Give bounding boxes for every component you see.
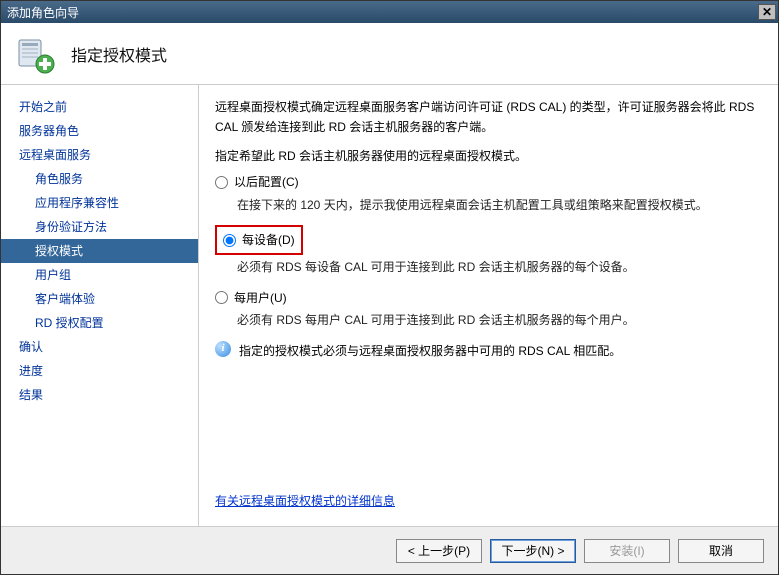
radio-device[interactable] — [223, 234, 236, 247]
sidebar-step[interactable]: 用户组 — [1, 263, 198, 287]
sidebar-step[interactable]: 角色服务 — [1, 167, 198, 191]
wizard-footer: < 上一步(P) 下一步(N) > 安装(I) 取消 — [1, 526, 778, 574]
info-icon: i — [215, 341, 231, 357]
wizard-sidebar: 开始之前服务器角色远程桌面服务角色服务应用程序兼容性身份验证方法授权模式用户组客… — [1, 85, 199, 526]
radio-desc: 在接下来的 120 天内，提示我使用远程桌面会话主机配置工具或组策略来配置授权模… — [237, 195, 762, 215]
radio-later[interactable] — [215, 176, 228, 189]
wizard-content: 远程桌面授权模式确定远程桌面服务客户端访问许可证 (RDS CAL) 的类型，许… — [199, 85, 778, 526]
radio-option-user[interactable]: 每用户(U) — [215, 288, 762, 308]
info-row: i 指定的授权模式必须与远程桌面授权服务器中可用的 RDS CAL 相匹配。 — [215, 341, 762, 361]
sidebar-step[interactable]: 服务器角色 — [1, 119, 198, 143]
radio-option-later[interactable]: 以后配置(C) — [215, 172, 762, 192]
sidebar-step[interactable]: 结果 — [1, 383, 198, 407]
install-button: 安装(I) — [584, 539, 670, 563]
close-button[interactable]: ✕ — [758, 4, 776, 20]
radio-option-device[interactable]: 每设备(D) — [215, 225, 303, 255]
intro-text-2: 指定希望此 RD 会话主机服务器使用的远程桌面授权模式。 — [215, 146, 762, 166]
sidebar-step[interactable]: 远程桌面服务 — [1, 143, 198, 167]
wizard-icon — [15, 34, 55, 74]
intro-text-1: 远程桌面授权模式确定远程桌面服务客户端访问许可证 (RDS CAL) 的类型，许… — [215, 97, 762, 138]
window-title: 添加角色向导 — [7, 4, 79, 21]
radio-label: 每用户(U) — [234, 288, 287, 308]
details-link[interactable]: 有关远程桌面授权模式的详细信息 — [215, 491, 395, 511]
radio-desc: 必须有 RDS 每用户 CAL 可用于连接到此 RD 会话主机服务器的每个用户。 — [237, 310, 762, 330]
sidebar-step[interactable]: 确认 — [1, 335, 198, 359]
next-button[interactable]: 下一步(N) > — [490, 539, 576, 563]
prev-button[interactable]: < 上一步(P) — [396, 539, 482, 563]
wizard-header: 指定授权模式 — [1, 23, 778, 85]
sidebar-step[interactable]: 进度 — [1, 359, 198, 383]
sidebar-step[interactable]: 客户端体验 — [1, 287, 198, 311]
page-title: 指定授权模式 — [71, 42, 167, 66]
radio-label: 以后配置(C) — [234, 172, 299, 192]
sidebar-step[interactable]: 开始之前 — [1, 95, 198, 119]
sidebar-step[interactable]: 应用程序兼容性 — [1, 191, 198, 215]
titlebar: 添加角色向导 ✕ — [1, 1, 778, 23]
cancel-button[interactable]: 取消 — [678, 539, 764, 563]
radio-desc: 必须有 RDS 每设备 CAL 可用于连接到此 RD 会话主机服务器的每个设备。 — [237, 257, 762, 277]
sidebar-step[interactable]: 身份验证方法 — [1, 215, 198, 239]
sidebar-step[interactable]: RD 授权配置 — [1, 311, 198, 335]
radio-user[interactable] — [215, 291, 228, 304]
radio-label: 每设备(D) — [242, 230, 295, 250]
sidebar-step[interactable]: 授权模式 — [1, 239, 198, 263]
info-text: 指定的授权模式必须与远程桌面授权服务器中可用的 RDS CAL 相匹配。 — [239, 341, 621, 361]
